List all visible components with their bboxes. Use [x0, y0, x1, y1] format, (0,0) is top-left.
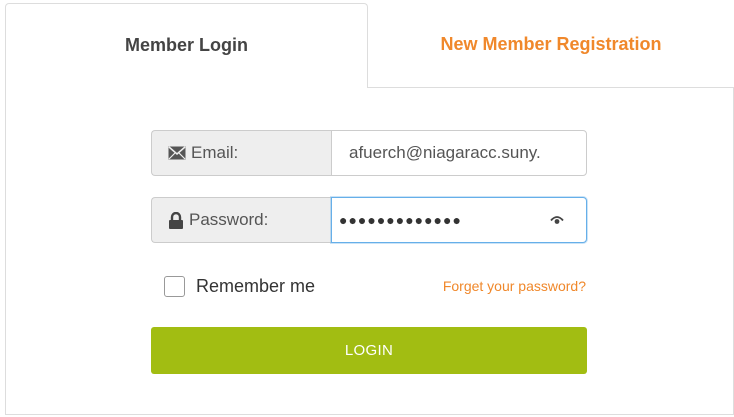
tab-member-login-label: Member Login [124, 34, 248, 55]
tab-member-login[interactable]: Member Login [5, 3, 368, 88]
email-field[interactable]: afuerch@niagaracc.suny. [331, 130, 587, 176]
tab-registration-label: New Member Registration [440, 33, 662, 54]
password-field[interactable]: ●●●●●●●●●●●●● [331, 197, 587, 243]
remember-me-toggle[interactable]: Remember me [164, 276, 315, 297]
login-button[interactable]: LOGIN [151, 327, 587, 374]
password-label: Password: [189, 210, 269, 229]
password-addon: Password: [151, 197, 331, 243]
email-addon: Email: [151, 130, 331, 176]
email-label: Email: [191, 143, 239, 162]
password-input-group: Password: ●●●●●●●●●●●●● [151, 197, 587, 243]
lock-icon [168, 211, 184, 229]
login-widget: Member Login New Member Registration Ema… [0, 0, 734, 417]
remember-me-checkbox[interactable] [164, 276, 185, 297]
email-input-group: Email: afuerch@niagaracc.suny. [151, 130, 587, 176]
remember-me-label: Remember me [196, 276, 316, 296]
tab-new-member-registration[interactable]: New Member Registration [368, 3, 734, 87]
envelope-icon [168, 146, 186, 160]
email-value: afuerch@niagaracc.suny. [349, 143, 541, 162]
password-value: ●●●●●●●●●●●●● [339, 212, 462, 228]
forgot-password-link[interactable]: Forget your password? [443, 278, 586, 294]
eye-icon[interactable] [550, 216, 564, 225]
